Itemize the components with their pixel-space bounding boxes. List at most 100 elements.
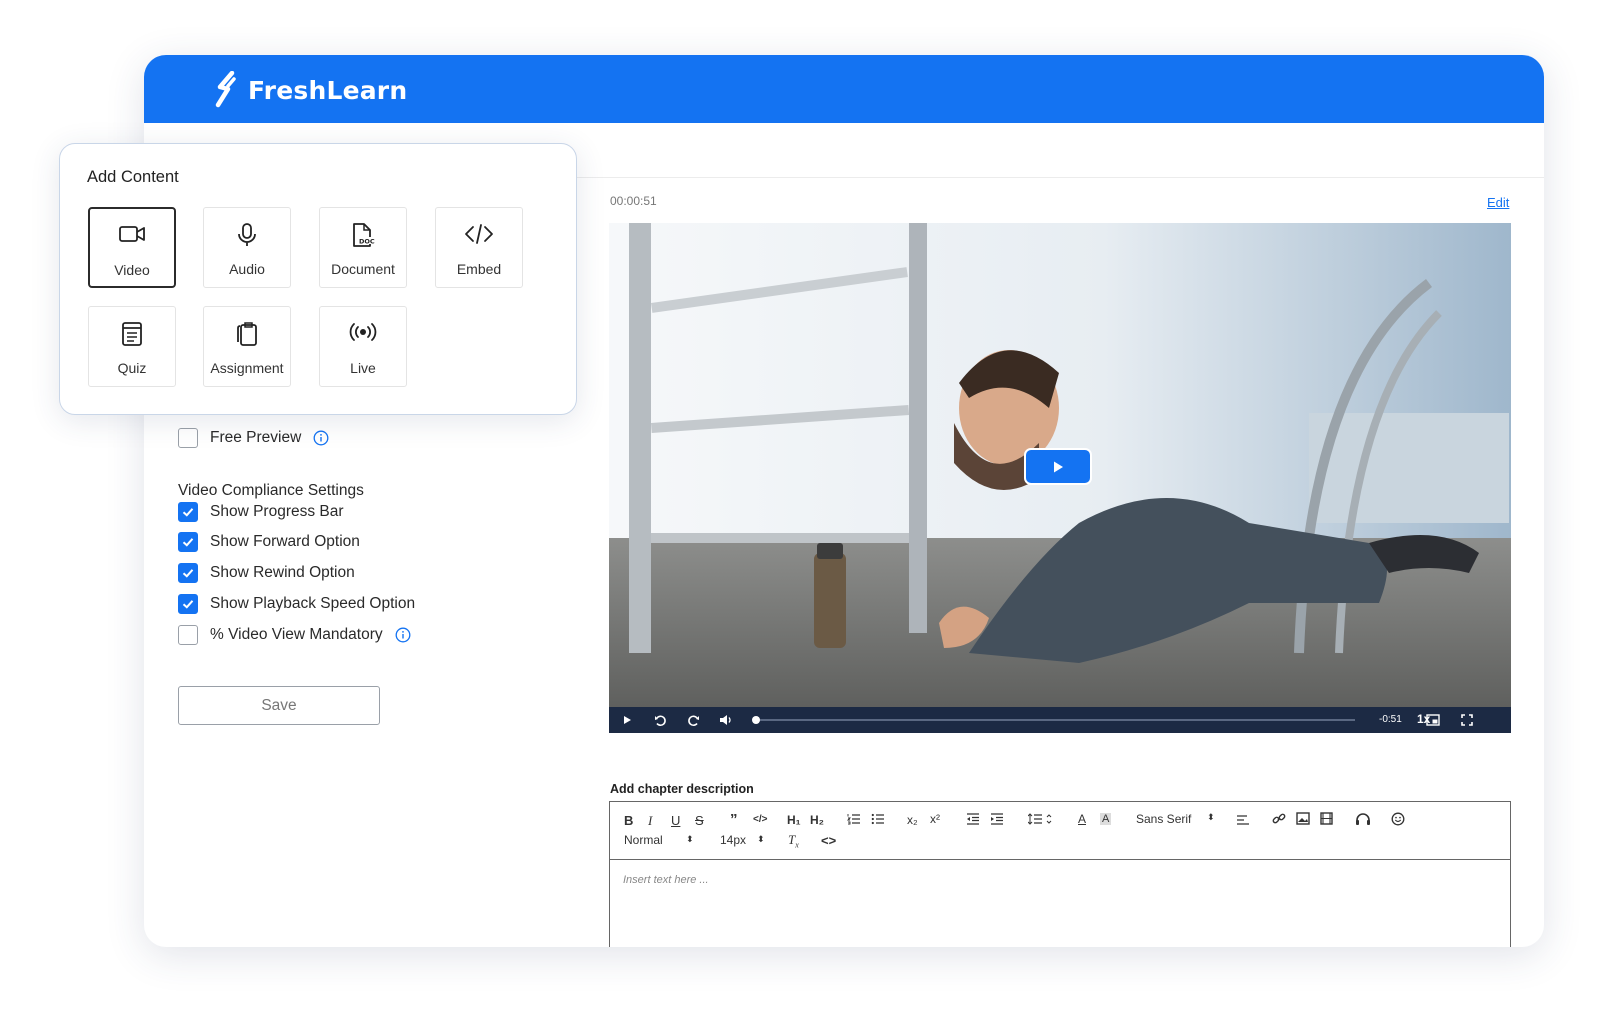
option-label: Show Progress Bar <box>210 503 344 520</box>
editor-toolbar: B I U S ” </> H₁ H₂ x₂ x² A A Sans Serif… <box>610 802 1510 860</box>
video-duration: 00:00:51 <box>610 194 657 208</box>
tile-label: Live <box>350 360 376 376</box>
text-color-button[interactable]: A <box>1078 812 1086 826</box>
volume-button[interactable] <box>718 712 734 728</box>
play-button[interactable] <box>619 712 635 728</box>
strikethrough-button[interactable]: S <box>695 813 704 828</box>
info-icon[interactable] <box>313 430 329 446</box>
font-size-select[interactable]: 14px <box>720 833 746 847</box>
underline-button[interactable]: U <box>671 813 680 828</box>
volume-icon <box>720 715 731 725</box>
indent-icon[interactable] <box>990 813 1004 825</box>
content-tile-live[interactable]: Live <box>319 306 407 387</box>
subscript-button[interactable]: x₂ <box>907 813 918 827</box>
tile-label: Embed <box>456 261 502 277</box>
brand-name: FreshLearn <box>248 75 408 105</box>
chevron-updown-icon[interactable]: ⬍ <box>757 834 765 845</box>
progress-bar-checkbox[interactable] <box>178 502 198 522</box>
forward-icon <box>687 715 699 726</box>
heading-select[interactable]: Normal <box>624 833 663 847</box>
clear-formatting-icon[interactable]: Tx <box>788 832 799 850</box>
option-label: % Video View Mandatory <box>210 626 383 643</box>
bullet-list-icon[interactable] <box>871 813 885 825</box>
code-block-icon[interactable]: </> <box>753 814 767 825</box>
top-bar: FreshLearn <box>144 55 1544 123</box>
heading-select-value: Normal <box>624 833 663 847</box>
source-code-icon[interactable]: <> <box>821 833 836 848</box>
chapter-description-label: Add chapter description <box>610 782 754 796</box>
ordered-list-icon[interactable] <box>847 813 861 825</box>
tile-label: Document <box>331 261 395 277</box>
blockquote-icon[interactable]: ” <box>730 811 738 828</box>
outdent-icon[interactable] <box>966 813 980 825</box>
edit-link[interactable]: Edit <box>1487 195 1509 210</box>
option-rewind[interactable]: Show Rewind Option <box>178 563 355 583</box>
editor-input[interactable]: Insert text here ... <box>623 874 709 886</box>
fullscreen-button[interactable] <box>1459 712 1475 728</box>
document-icon: DOC <box>353 223 375 247</box>
time-remaining: -0:51 <box>1379 714 1402 725</box>
tile-label: Assignment <box>210 360 284 376</box>
link-icon[interactable] <box>1272 812 1286 826</box>
tile-label: Video <box>114 262 150 278</box>
forward-option-checkbox[interactable] <box>178 532 198 552</box>
rewind-option-checkbox[interactable] <box>178 563 198 583</box>
line-height-icon[interactable] <box>1028 813 1054 825</box>
heading-2-button[interactable]: H₂ <box>810 813 824 827</box>
progress-knob[interactable] <box>752 716 760 724</box>
option-view-mandatory[interactable]: % Video View Mandatory <box>178 625 411 645</box>
add-content-title: Add Content <box>87 168 179 186</box>
check-icon <box>182 569 194 578</box>
content-tile-assignment[interactable]: Assignment <box>203 306 291 387</box>
option-playback-speed[interactable]: Show Playback Speed Option <box>178 594 415 614</box>
rich-text-editor: B I U S ” </> H₁ H₂ x₂ x² A A Sans Serif… <box>609 801 1511 947</box>
screenshot-stage: FreshLearn Free Preview Video Compliance… <box>0 0 1612 1018</box>
option-progress-bar[interactable]: Show Progress Bar <box>178 502 344 522</box>
play-icon <box>624 716 631 724</box>
check-icon <box>182 508 194 517</box>
tile-label: Audio <box>229 261 265 277</box>
pip-button[interactable] <box>1425 712 1441 728</box>
view-mandatory-checkbox[interactable] <box>178 625 198 645</box>
chevron-updown-icon[interactable]: ⬍ <box>686 834 694 845</box>
option-label: Show Playback Speed Option <box>210 595 416 612</box>
emoji-icon[interactable] <box>1391 812 1405 826</box>
playback-speed-checkbox[interactable] <box>178 594 198 614</box>
content-tile-document[interactable]: DOC Document <box>319 207 407 288</box>
highlight-color-button[interactable]: A <box>1100 813 1112 825</box>
play-overlay-button[interactable] <box>1024 448 1092 485</box>
video-player[interactable]: -0:51 1x <box>609 223 1511 733</box>
check-icon <box>182 600 194 609</box>
content-tile-quiz[interactable]: Quiz <box>88 306 176 387</box>
content-tile-audio[interactable]: Audio <box>203 207 291 288</box>
chevron-updown-icon[interactable]: ⬍ <box>1207 812 1215 823</box>
add-content-panel: Add Content Video Audio DOC Document Emb… <box>59 143 577 415</box>
align-icon[interactable] <box>1236 813 1250 825</box>
option-label: Show Rewind Option <box>210 564 355 581</box>
free-preview-row[interactable]: Free Preview <box>178 428 329 448</box>
image-icon[interactable] <box>1296 812 1310 825</box>
italic-button[interactable]: I <box>648 813 652 829</box>
font-family-select[interactable]: Sans Serif <box>1136 812 1191 826</box>
picture-in-picture-icon <box>1426 714 1440 726</box>
rewind-button[interactable] <box>652 712 668 728</box>
audio-embed-icon[interactable] <box>1355 812 1371 826</box>
content-tile-video[interactable]: Video <box>88 207 176 288</box>
video-embed-icon[interactable] <box>1320 812 1333 825</box>
forward-button[interactable] <box>685 712 701 728</box>
bold-button[interactable]: B <box>624 813 633 828</box>
save-button[interactable]: Save <box>178 686 380 725</box>
brand-logo[interactable]: FreshLearn <box>214 71 407 109</box>
progress-track[interactable] <box>755 719 1355 721</box>
free-preview-checkbox[interactable] <box>178 428 198 448</box>
option-forward[interactable]: Show Forward Option <box>178 532 360 552</box>
info-icon[interactable] <box>395 627 411 643</box>
quiz-icon <box>122 322 142 346</box>
video-controls: -0:51 1x <box>609 707 1511 733</box>
heading-1-button[interactable]: H₁ <box>787 813 801 827</box>
content-tile-embed[interactable]: Embed <box>435 207 523 288</box>
tile-label: Quiz <box>117 360 147 376</box>
option-label: Show Forward Option <box>210 533 360 550</box>
svg-text:DOC: DOC <box>359 238 375 246</box>
superscript-button[interactable]: x² <box>930 812 940 826</box>
